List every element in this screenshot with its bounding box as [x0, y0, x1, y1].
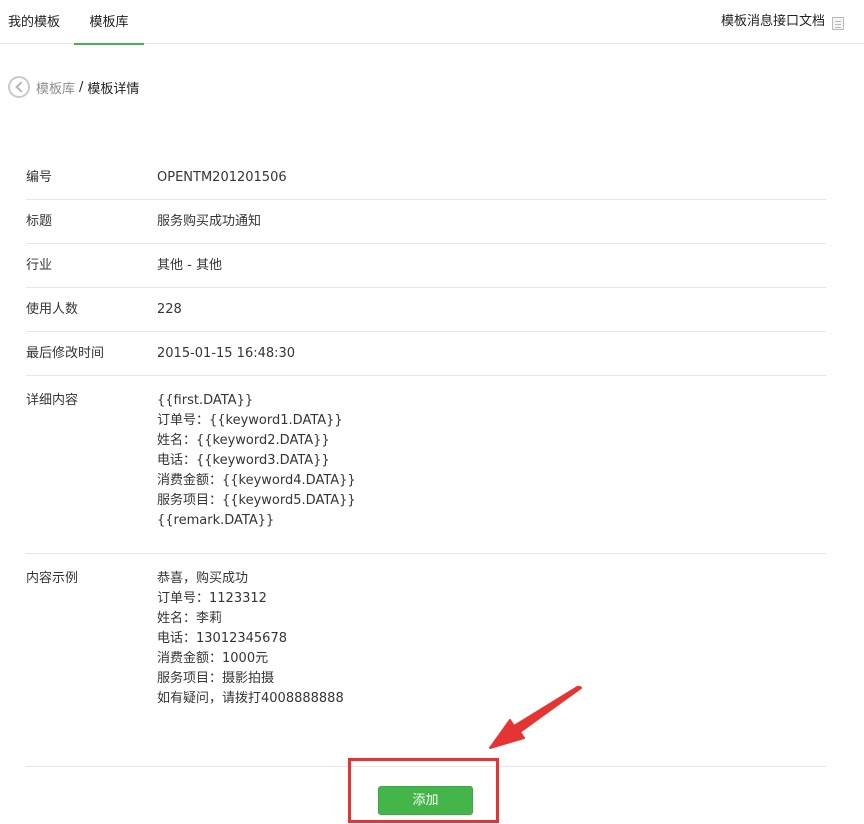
- detail-label: 行业: [26, 257, 53, 273]
- content-line: 服务项目：{{keyword5.DATA}}: [157, 493, 356, 508]
- api-doc-link-label: 模板消息接口文档: [720, 14, 825, 29]
- detail-row-modified: 最后修改时间 2015-01-15 16:48:30: [26, 332, 826, 376]
- detail-label: 最后修改时间: [26, 345, 105, 361]
- detail-row-id: 编号 OPENTM201201506: [26, 156, 826, 200]
- tab-my-templates[interactable]: 我的模板: [8, 0, 60, 44]
- content-line: {{first.DATA}}: [157, 393, 254, 408]
- detail-value: OPENTM201201506: [157, 169, 287, 185]
- example-line: 电话：13012345678: [157, 631, 287, 646]
- detail-value: 服务购买成功通知: [157, 213, 262, 229]
- add-button[interactable]: 添加: [378, 786, 473, 815]
- content-line: 消费金额：{{keyword4.DATA}}: [157, 473, 356, 488]
- document-icon: [832, 16, 844, 30]
- detail-label: 标题: [26, 213, 53, 229]
- content-line: {{remark.DATA}}: [157, 513, 275, 528]
- top-tab-bar: 我的模板 模板库 模板消息接口文档: [0, 0, 864, 45]
- example-line: 订单号：1123312: [157, 591, 267, 606]
- detail-label: 使用人数: [26, 301, 79, 317]
- content-lines: {{first.DATA}} 订单号：{{keyword1.DATA}} 姓名：…: [157, 391, 826, 553]
- detail-value: 2015-01-15 16:48:30: [157, 345, 296, 361]
- annotation-arrow: [489, 686, 582, 749]
- detail-row-users: 使用人数 228: [26, 288, 826, 332]
- template-detail-table: 编号 OPENTM201201506 标题 服务购买成功通知 行业 其他 - 其…: [26, 156, 826, 767]
- detail-label: 内容示例: [26, 571, 79, 586]
- tab-template-library[interactable]: 模板库: [74, 0, 144, 45]
- back-arrow-icon[interactable]: [8, 76, 30, 98]
- detail-row-industry: 行业 其他 - 其他: [26, 244, 826, 288]
- api-doc-link[interactable]: 模板消息接口文档: [721, 0, 844, 44]
- detail-value: 228: [157, 301, 182, 317]
- detail-label: 编号: [26, 169, 53, 185]
- breadcrumb-separator: /: [79, 79, 84, 95]
- breadcrumb-template-library[interactable]: 模板库: [36, 78, 75, 97]
- example-line: 消费金额：1000元: [157, 651, 269, 666]
- breadcrumb-current: 模板详情: [87, 81, 140, 97]
- example-line: 姓名：李莉: [157, 611, 223, 626]
- detail-row-title: 标题 服务购买成功通知: [26, 200, 826, 244]
- detail-label: 详细内容: [26, 393, 79, 408]
- example-line: 恭喜，购买成功: [157, 571, 249, 586]
- content-line: 姓名：{{keyword2.DATA}}: [157, 433, 330, 448]
- detail-row-example: 内容示例 恭喜，购买成功 订单号：1123312 姓名：李莉 电话：130123…: [26, 554, 826, 767]
- breadcrumb: 模板库 / 模板详情: [8, 76, 139, 98]
- detail-row-content: 详细内容 {{first.DATA}} 订单号：{{keyword1.DATA}…: [26, 376, 826, 554]
- content-line: 电话：{{keyword3.DATA}}: [157, 453, 330, 468]
- content-line: 订单号：{{keyword1.DATA}}: [157, 413, 343, 428]
- detail-value: 其他 - 其他: [157, 257, 222, 273]
